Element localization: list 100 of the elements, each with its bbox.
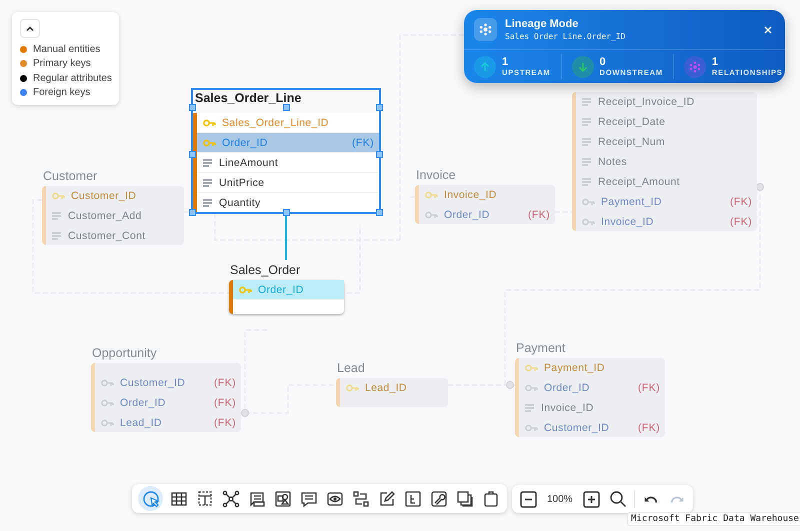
field-row[interactable]: Invoice_ID (FK) <box>576 212 757 231</box>
entity-title: Opportunity <box>91 345 158 362</box>
layers-icon <box>456 490 474 508</box>
stat-value: 1 <box>712 56 720 68</box>
cursor-icon <box>142 490 160 508</box>
lines-icon <box>52 232 62 240</box>
field-row[interactable]: Invoice_ID <box>419 185 555 205</box>
entity-title: Sales_Order_Line <box>194 90 302 105</box>
field-row[interactable]: Receipt_Date <box>576 112 757 132</box>
field-name: Receipt_Date <box>598 116 666 128</box>
lines-icon <box>52 212 62 220</box>
collapse-button[interactable] <box>20 19 40 38</box>
field-row[interactable]: Notes <box>576 152 757 172</box>
field-name: Invoice_ID <box>541 402 595 414</box>
fk-tag: (FK) <box>214 396 236 408</box>
key-icon <box>425 190 438 198</box>
wrench-icon <box>430 490 448 508</box>
field-row[interactable]: Payment_ID <box>519 358 665 378</box>
stat-value: 1 <box>502 56 510 68</box>
resize-handle[interactable] <box>189 104 196 111</box>
field-name: Order_ID <box>222 136 269 148</box>
resize-handle[interactable] <box>189 151 196 158</box>
lines-icon <box>203 178 213 186</box>
lines-icon <box>582 138 592 146</box>
entity-card[interactable]: Receipt_Invoice_ID Receipt_Date Receipt_Num Notes Receipt_Amount Payment_ID (FK) Invoice_ID (FK) <box>572 92 757 231</box>
field-name: Customer_Cont <box>68 230 146 242</box>
resize-handle[interactable] <box>283 209 290 216</box>
close-icon <box>764 26 772 34</box>
selected-entity[interactable]: Sales_Order_Line Sales_Order_Line_ID Order_ID (FK) LineAmount UnitPrice Quantity <box>191 88 381 214</box>
field-name: Customer_ID <box>71 190 138 202</box>
dashed-table-icon <box>196 490 214 508</box>
field-row[interactable]: Customer_ID (FK) <box>95 373 241 393</box>
edit-icon <box>378 490 396 508</box>
key-icon <box>582 198 595 206</box>
fk-tag: (FK) <box>528 208 550 220</box>
field-row[interactable]: Customer_ID (FK) <box>519 418 665 437</box>
field-row[interactable]: LineAmount <box>197 153 379 173</box>
fk-tag: (FK) <box>730 216 752 228</box>
clipboard-icon <box>482 490 500 508</box>
key-icon <box>101 378 114 386</box>
comment-icon <box>300 490 318 508</box>
field-row[interactable]: Order_ID (FK) <box>95 393 241 413</box>
field-name: Notes <box>598 156 628 168</box>
field-row[interactable]: Order_ID <box>233 280 344 300</box>
shapes-icon <box>274 490 292 508</box>
lines-icon <box>582 158 592 166</box>
field-name: Order_ID <box>120 396 167 408</box>
fk-tag: (FK) <box>638 422 660 434</box>
field-row[interactable]: Invoice_ID <box>519 398 665 418</box>
field-row[interactable]: Receipt_Amount <box>576 172 757 192</box>
field-name: Receipt_Amount <box>598 176 681 188</box>
field-name: Customer_ID <box>120 376 186 388</box>
legend-label: Foreign keys <box>33 87 90 98</box>
lines-icon <box>203 158 213 166</box>
zoom-in-button[interactable] <box>582 489 602 509</box>
field-row[interactable]: UnitPrice <box>197 173 379 193</box>
fk-tag: (FK) <box>214 376 236 388</box>
app-name: Microsoft Fabric Data Warehouse <box>631 514 799 524</box>
field-row[interactable]: Customer_ID <box>46 186 184 206</box>
field-row[interactable]: Customer_Cont <box>46 226 184 245</box>
upstream-icon <box>474 56 496 78</box>
zoom-out-button[interactable] <box>518 489 538 509</box>
field-row[interactable]: Receipt_Invoice_ID <box>576 92 757 112</box>
network-icon <box>222 490 240 508</box>
resize-handle[interactable] <box>283 104 290 111</box>
field-row[interactable]: Order_ID (FK) <box>519 378 665 398</box>
zoom-level: 100% <box>546 494 574 504</box>
key-icon <box>101 398 114 406</box>
entity-title: Payment <box>515 340 566 357</box>
cursor-tool-button[interactable] <box>138 486 163 511</box>
field-row[interactable]: Customer_Add <box>46 206 184 226</box>
panel-subtitle: Sales Order Line.Order_ID <box>505 32 626 41</box>
resize-handle[interactable] <box>376 104 383 111</box>
resize-handle[interactable] <box>376 209 383 216</box>
key-icon <box>52 192 65 200</box>
relationships-icon <box>684 56 706 78</box>
field-name: Receipt_Num <box>598 136 666 148</box>
field-name: Customer_ID <box>544 422 610 434</box>
connector-endpoint <box>241 409 249 417</box>
downstream-icon <box>572 56 594 78</box>
lines-icon <box>582 178 592 186</box>
resize-handle[interactable] <box>376 151 383 158</box>
lines-icon <box>525 404 535 412</box>
field-name: Order_ID <box>258 284 305 296</box>
fit-button[interactable] <box>608 489 628 509</box>
fk-tag: (FK) <box>638 382 660 394</box>
entity-title: Customer <box>42 168 98 185</box>
resize-handle[interactable] <box>189 209 196 216</box>
entity-title: Invoice <box>415 167 457 184</box>
lines-icon <box>582 98 592 106</box>
key-icon <box>239 286 252 294</box>
field-row[interactable]: Order_ID (FK) <box>419 205 555 224</box>
field-row[interactable]: Receipt_Num <box>576 132 757 152</box>
field-row[interactable]: Quantity <box>197 193 379 212</box>
lines-icon <box>203 198 213 206</box>
key-icon <box>525 384 538 392</box>
fk-tag: (FK) <box>214 416 236 428</box>
field-row[interactable]: Payment_ID (FK) <box>576 192 757 212</box>
field-row[interactable]: Lead_ID (FK) <box>95 413 241 432</box>
field-row[interactable]: Order_ID (FK) <box>197 133 379 153</box>
